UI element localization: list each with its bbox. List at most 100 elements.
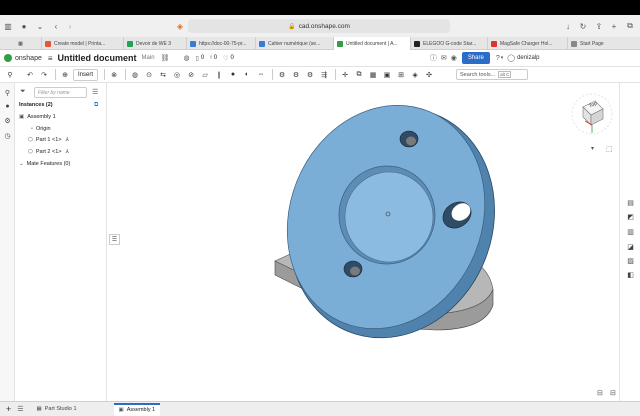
view-mode-icon[interactable]: ⬚ [606, 145, 613, 153]
help-chevron-icon[interactable]: ▾ [501, 55, 504, 61]
measure-icon[interactable]: ▣ [381, 69, 393, 81]
assembly-icon: ▣ [19, 114, 25, 120]
reload-icon[interactable]: ↻ [578, 21, 588, 31]
undo-icon[interactable]: ↶ [24, 69, 36, 81]
redo-icon[interactable]: ↷ [38, 69, 50, 81]
explode-icon[interactable]: ✣ [423, 69, 435, 81]
fastened-mate-icon[interactable]: ◍ [129, 69, 141, 81]
zoom-fit-icon[interactable]: ⊟ [610, 389, 616, 397]
browser-tab[interactable]: Create model | Printa... [42, 37, 124, 50]
download-icon[interactable]: ↓ [563, 21, 573, 31]
browser-tab[interactable]: https://doc-00-75-pr... [187, 37, 256, 50]
simulation-icon[interactable]: ▨ [625, 255, 636, 266]
brave-shield-icon[interactable]: ◈ [175, 21, 185, 31]
features-icon[interactable]: ⚲ [3, 88, 12, 97]
pin-slot-mate-icon[interactable]: ⊘ [185, 69, 197, 81]
chevron-down-icon[interactable]: ⌄ [35, 21, 45, 31]
mass-properties-icon[interactable]: ⊞ [395, 69, 407, 81]
browser-tab[interactable]: Devoir de WE 3 [124, 37, 187, 50]
share-button[interactable]: Share [461, 52, 490, 64]
properties-icon[interactable]: ◧ [625, 269, 636, 280]
group-icon[interactable]: ⧉ [353, 69, 365, 81]
like-icon[interactable]: ♡ [223, 55, 228, 62]
avatar-icon[interactable]: ◯ [507, 54, 515, 62]
insert-button[interactable]: Insert [73, 68, 99, 81]
tab-list-icon[interactable]: ☰ [17, 405, 23, 413]
browser-tab[interactable]: Start Page [568, 37, 640, 50]
filter-input[interactable]: Filter by name [34, 87, 87, 98]
parallel-mate-icon[interactable]: ∥ [213, 69, 225, 81]
tab-assembly[interactable]: ▣ Assembly 1 [113, 402, 161, 416]
part-1-disc[interactable] [254, 83, 528, 369]
appearance-icon[interactable]: ▤ [625, 197, 636, 208]
view-cube[interactable]: Top [569, 91, 615, 137]
tree-assembly[interactable]: ▣ Assembly 1 [19, 114, 56, 120]
bom-icon[interactable]: ▥ [625, 226, 636, 237]
sidebar-toggle-icon[interactable]: ▥ [3, 21, 13, 31]
learning-icon[interactable]: ◉ [451, 54, 457, 62]
filter-icon[interactable]: ⏷ [20, 88, 26, 96]
width-mate-icon[interactable]: ⇔ [255, 69, 267, 81]
help-icon[interactable]: ? [496, 55, 500, 62]
tree-structure-icon[interactable]: ⚲ [4, 69, 16, 81]
screw-relation-icon[interactable]: ⚙ [304, 69, 316, 81]
branch-label[interactable]: Main [142, 55, 155, 61]
configurations-icon[interactable]: ◩ [625, 211, 636, 222]
address-bar[interactable]: 🔒 cad.onshape.com [188, 19, 450, 33]
onshape-logo-icon [4, 54, 12, 62]
browser-tab[interactable]: ELEGOO G-code Star... [411, 37, 488, 50]
github-icon[interactable]: ● [19, 21, 29, 31]
tab-label: ELEGOO G-code Star... [423, 40, 477, 47]
browser-tab[interactable]: MagSafe Charger Hol... [488, 37, 568, 50]
replicate-icon[interactable]: ⊗ [108, 69, 120, 81]
document-title[interactable]: Untitled document [58, 53, 137, 63]
add-tab-icon[interactable]: + [6, 404, 11, 414]
linear-relation-icon[interactable]: ⇶ [318, 69, 330, 81]
tree-part-2[interactable]: ⬡ Part 2 <1> ⅄ [28, 149, 69, 155]
rack-pinion-icon[interactable]: ⚙ [290, 69, 302, 81]
search-tools-input[interactable]: Search tools... alt C [456, 69, 528, 80]
browser-tab-active[interactable]: Untitled document | A... [334, 37, 411, 50]
back-icon[interactable]: ‹ [51, 21, 61, 31]
new-tab-icon[interactable]: + [609, 21, 619, 31]
tree-origin[interactable]: • Origin [31, 126, 51, 132]
browser-tab[interactable]: Cahier numérique (se... [256, 37, 334, 50]
user-name[interactable]: denizalp [517, 55, 539, 61]
cylindrical-mate-icon[interactable]: ◎ [171, 69, 183, 81]
revolute-mate-icon[interactable]: ⊙ [143, 69, 155, 81]
render-icon[interactable]: ◪ [625, 241, 636, 252]
display-states-icon[interactable]: ◈ [409, 69, 421, 81]
pin-icon[interactable]: ⍿ [210, 55, 212, 62]
ball-mate-icon[interactable]: ● [227, 69, 239, 81]
menu-icon[interactable]: ≡ [48, 54, 53, 63]
tab-overview-icon[interactable]: ⧉ [625, 21, 635, 31]
slider-mate-icon[interactable]: ⇆ [157, 69, 169, 81]
gear-relation-icon[interactable]: ⚙ [276, 69, 288, 81]
history-icon[interactable]: ◷ [3, 131, 12, 140]
share-icon[interactable]: ⇪ [594, 21, 604, 31]
instances-menu-icon[interactable]: ⧉ [94, 102, 98, 109]
tab-part-studio[interactable]: ▦ Part Studio 1 [32, 403, 82, 416]
info-icon[interactable]: ⓘ [430, 53, 437, 63]
tangent-mate-icon[interactable]: ◐ [241, 69, 253, 81]
planar-mate-icon[interactable]: ▱ [199, 69, 211, 81]
link-icon[interactable]: ⛓ [161, 54, 170, 62]
display-mode-icon[interactable]: ⊟ [597, 389, 603, 397]
forward-icon[interactable]: › [65, 21, 75, 31]
view-cube-menu-icon[interactable]: ▾ [591, 145, 594, 152]
parts-icon[interactable]: ⚙ [3, 116, 12, 125]
copy-icon[interactable]: ▯ [196, 55, 199, 62]
insert-icon[interactable]: ⊕ [59, 69, 71, 81]
section-view-icon[interactable]: ▦ [367, 69, 379, 81]
tree-mate-features[interactable]: ⌄ Mate Features (0) [19, 161, 70, 167]
graphics-viewport[interactable]: ☰ Top ▾ ⬚ ⊟ ⊟ [107, 83, 619, 401]
comments-icon[interactable]: ● [3, 102, 12, 111]
tab-sidebar[interactable]: ▦ [0, 37, 42, 50]
tab-assembly-label: Assembly 1 [126, 407, 156, 413]
globe-icon[interactable]: ◍ [183, 54, 189, 62]
list-view-icon[interactable]: ☰ [92, 88, 98, 96]
mate-connector-icon[interactable]: ✛ [339, 69, 351, 81]
model-render[interactable] [107, 83, 619, 401]
tree-part-1[interactable]: ⬡ Part 1 <1> ⅄ [28, 137, 69, 143]
notifications-icon[interactable]: ✉ [441, 54, 447, 62]
